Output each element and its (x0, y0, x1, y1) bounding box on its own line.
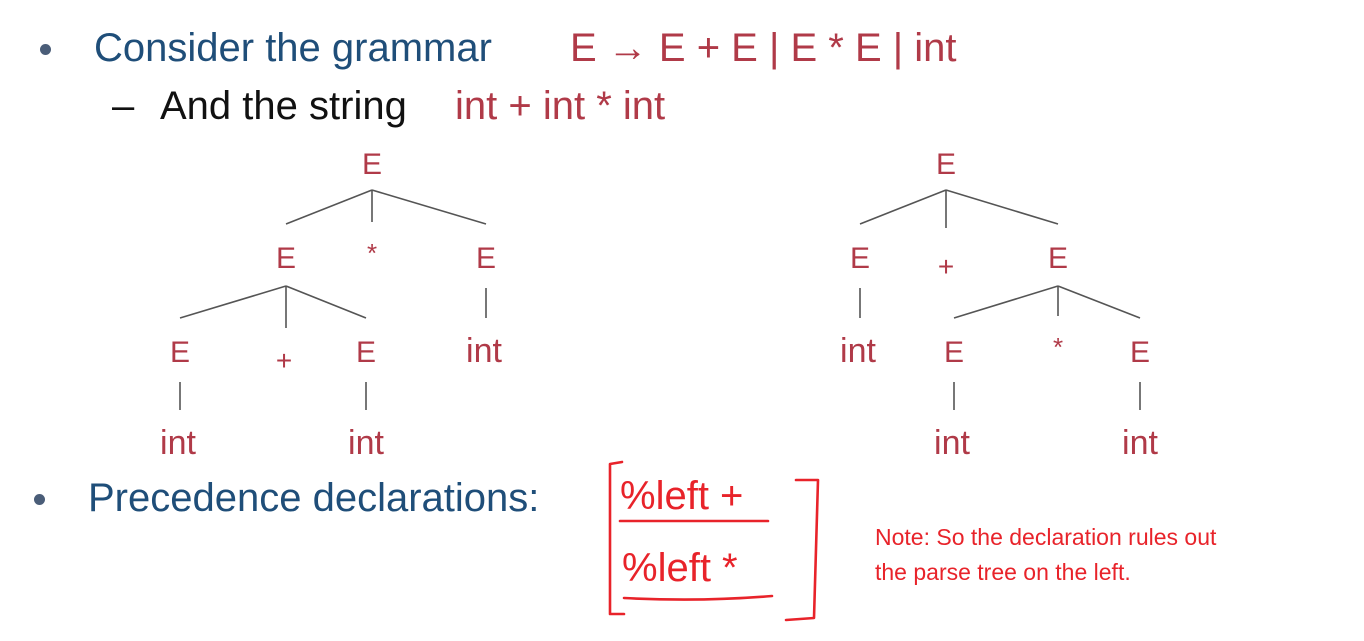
left-l2-node-2: + (276, 345, 292, 376)
edge (285, 189, 373, 225)
edge (945, 189, 1059, 225)
right-l3-node-1: int (934, 424, 970, 462)
annotation-note: Note: So the declaration rules out the p… (875, 520, 1345, 590)
precedence-label: Precedence declarations: (88, 476, 540, 520)
edge (859, 189, 947, 225)
edge (285, 285, 367, 319)
declaration-left-plus: %left + (620, 474, 744, 518)
left-l2-node-3: E (356, 336, 376, 369)
right-l2-node-4: E (1130, 336, 1150, 369)
declaration-left-times: %left * (622, 546, 738, 590)
right-l2-node-3: * (1053, 332, 1063, 362)
right-l1-node-1: E (850, 242, 870, 275)
edge (1057, 285, 1141, 319)
right-l1-node-3: E (1048, 242, 1068, 275)
left-parse-tree: E E * E E + E int int int (160, 148, 502, 462)
left-root-node: E (362, 148, 382, 181)
left-l3-node-1: int (160, 424, 196, 462)
right-l2-node-1: int (840, 332, 876, 370)
left-l1-node-3: E (476, 242, 496, 275)
note-line-2: the parse tree on the left. (875, 559, 1131, 585)
left-l1-node-2: * (367, 238, 377, 268)
right-l2-node-2: E (944, 336, 964, 369)
right-root-node: E (936, 148, 956, 181)
left-l1-node-1: E (276, 242, 296, 275)
edge (953, 285, 1059, 319)
right-parse-tree: E E + E int E * E int int (840, 148, 1158, 462)
right-l3-node-2: int (1122, 424, 1158, 462)
edge (371, 189, 487, 225)
right-l1-node-2: + (938, 251, 954, 282)
bullet-dot-3 (34, 494, 45, 505)
note-line-1: Note: So the declaration rules out (875, 524, 1217, 550)
underline-mark-2 (622, 594, 774, 601)
left-l2-node-1: E (170, 336, 190, 369)
left-l2-node-4: int (466, 332, 502, 370)
left-l3-node-2: int (348, 424, 384, 462)
right-bracket-mark (784, 478, 820, 622)
edge (179, 285, 287, 319)
